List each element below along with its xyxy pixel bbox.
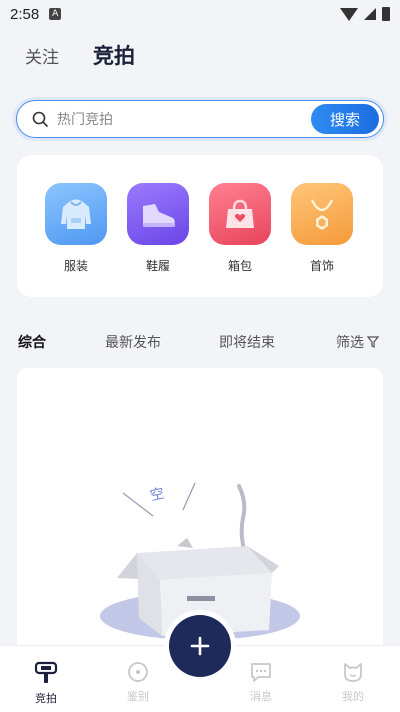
status-time: 2:58: [10, 5, 40, 23]
search-icon: [31, 110, 49, 128]
category-shoes[interactable]: 鞋履: [126, 183, 190, 274]
tab-follow[interactable]: 关注: [25, 43, 59, 68]
category-jewelry[interactable]: 首饰: [290, 183, 354, 274]
category-label: 鞋履: [145, 259, 170, 273]
nav-profile[interactable]: 我的: [328, 660, 378, 704]
notification-icon: A: [49, 8, 62, 20]
status-bar: 2:58 A: [0, 0, 400, 28]
signal-icon: [364, 8, 376, 20]
message-icon: [251, 663, 271, 682]
handbag-icon: [209, 183, 271, 245]
nav-label: 竞拍: [35, 692, 57, 705]
identify-icon: [128, 662, 148, 682]
category-label: 首饰: [309, 259, 334, 273]
nav-auction[interactable]: 竞拍: [21, 660, 71, 706]
category-label: 服装: [63, 259, 88, 273]
nav-label: 鉴别: [127, 690, 149, 703]
filter-label: 筛选: [336, 335, 364, 351]
add-auction-button[interactable]: [169, 615, 231, 677]
filter-bar: 综合 最新发布 即将结束 筛选: [0, 326, 400, 358]
nav-label: 消息: [250, 690, 272, 703]
filter-comprehensive[interactable]: 综合: [18, 332, 46, 352]
search-input[interactable]: 热门竞拍 搜索: [16, 100, 384, 138]
top-tabs: 关注 竞拍: [25, 40, 135, 70]
search-button[interactable]: 搜索: [311, 104, 379, 134]
filter-button[interactable]: 筛选: [336, 332, 379, 352]
category-clothing[interactable]: 服装: [44, 183, 108, 274]
category-label: 箱包: [227, 259, 252, 273]
nav-identify[interactable]: 鉴别: [113, 660, 163, 704]
sneaker-icon: [127, 183, 189, 245]
category-bags[interactable]: 箱包: [208, 183, 272, 274]
profile-cat-icon: [344, 663, 362, 682]
battery-icon: [382, 7, 390, 21]
plus-icon: [190, 636, 210, 656]
nav-label: 我的: [342, 690, 364, 703]
category-card: 服装 鞋履 箱包 首饰: [17, 155, 383, 297]
wifi-icon: [340, 7, 358, 21]
gavel-icon: [34, 661, 58, 683]
nav-messages[interactable]: 消息: [236, 660, 286, 704]
tab-auction[interactable]: 竞拍: [93, 40, 135, 70]
filter-icon: [367, 336, 379, 348]
filter-newest[interactable]: 最新发布: [105, 332, 161, 352]
hoodie-icon: [45, 183, 107, 245]
filter-ending-soon[interactable]: 即将结束: [219, 332, 275, 352]
necklace-icon: [291, 183, 353, 245]
